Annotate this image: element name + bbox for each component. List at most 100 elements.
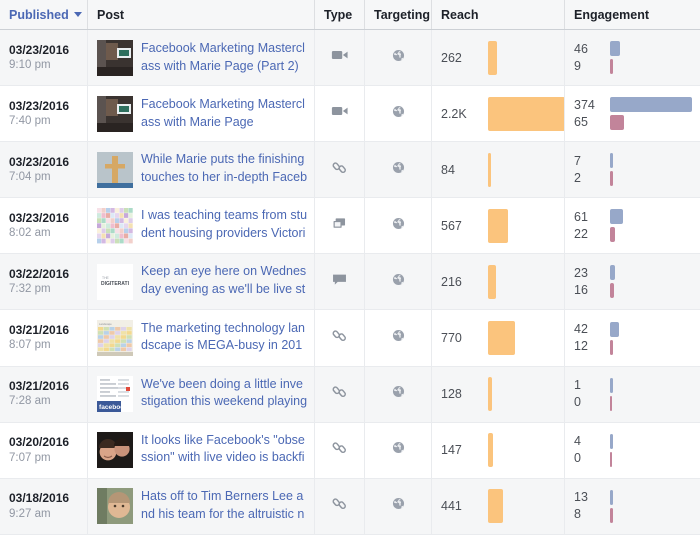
- engagement-primary-value: 7: [574, 153, 581, 168]
- post-thumbnail[interactable]: [97, 151, 133, 188]
- published-time: 7:07 pm: [9, 451, 51, 464]
- reach-bar-track: [488, 152, 555, 187]
- table-row[interactable]: 03/20/2016 7:07 pm It looks like Facebook'…: [0, 422, 700, 479]
- reach-bar-track: [488, 208, 555, 243]
- cell-engagement: 10: [565, 367, 700, 422]
- engagement-primary-bar: [610, 489, 613, 505]
- post-title-link[interactable]: Facebook Marketing Masterclass with Mari…: [141, 40, 308, 76]
- engagement-bar-track: [610, 209, 691, 243]
- table-row[interactable]: 03/23/2016 8:02 am I was teaching teams fr…: [0, 198, 700, 255]
- post-thumbnail[interactable]: [97, 95, 133, 132]
- post-thumbnail[interactable]: [97, 207, 133, 244]
- column-header-targeting[interactable]: Targeting: [365, 0, 432, 29]
- table-row[interactable]: 03/22/2016 7:32 pm THE DIGITERATI Keep an ey…: [0, 254, 700, 311]
- engagement-primary-bar: [610, 209, 623, 225]
- cell-published: 03/18/2016 9:27 am: [0, 478, 88, 534]
- status-icon: [331, 271, 348, 293]
- engagement-secondary-bar: [610, 115, 624, 131]
- cell-post: THE DIGITERATI Keep an eye here on Wednesd…: [88, 254, 315, 310]
- engagement-primary-value: 1: [574, 378, 581, 393]
- reach-bar: [488, 489, 503, 524]
- engagement-primary-bar: [610, 265, 615, 281]
- column-header-reach[interactable]: Reach: [432, 0, 565, 29]
- link-icon: [331, 495, 348, 517]
- engagement-secondary-bar: [610, 283, 614, 299]
- table-row[interactable]: 03/21/2016 8:07 pm Landscape The marketing …: [0, 310, 700, 367]
- post-title-link[interactable]: We've been doing a little investigation …: [141, 376, 308, 413]
- cell-post: It looks like Facebook's "obsession" wit…: [88, 422, 315, 478]
- post-thumbnail[interactable]: [97, 432, 133, 469]
- link-icon: [331, 439, 348, 461]
- post-title-link[interactable]: While Marie puts the finishing touches t…: [141, 151, 308, 188]
- table-row[interactable]: 03/23/2016 7:04 pm While Marie puts the fi…: [0, 142, 700, 199]
- cell-reach: 84: [432, 142, 565, 198]
- engagement-secondary-value: 2: [574, 170, 581, 185]
- globe-icon: [391, 216, 406, 236]
- column-header-type[interactable]: Type: [315, 0, 365, 29]
- reach-bar: [488, 208, 508, 243]
- table-row[interactable]: 03/23/2016 9:10 pm Facebook Marketing Mast…: [0, 30, 700, 87]
- cell-targeting: [365, 142, 432, 198]
- post-title-link[interactable]: It looks like Facebook's "obsession" wit…: [141, 432, 308, 469]
- post-title-link[interactable]: Keep an eye here on Wednesday evening as…: [141, 263, 308, 300]
- cell-published: 03/23/2016 8:02 am: [0, 198, 88, 254]
- post-title-link[interactable]: I was teaching teams from student housin…: [141, 207, 308, 244]
- reach-value: 84: [441, 162, 455, 177]
- cell-published: 03/23/2016 9:10 pm: [0, 30, 88, 86]
- table-row[interactable]: 03/21/2016 7:28 am facebook We've been doin…: [0, 366, 700, 423]
- cell-engagement: 23 16: [565, 254, 700, 309]
- cell-published: 03/23/2016 7:04 pm: [0, 142, 88, 198]
- cell-reach: 147: [432, 422, 565, 478]
- cell-published: 03/21/2016 8:07 pm: [0, 310, 88, 366]
- cell-reach: 567: [432, 198, 565, 254]
- cell-targeting: [365, 86, 432, 142]
- published-date: 03/22/2016: [9, 267, 70, 282]
- post-thumbnail[interactable]: [97, 39, 133, 76]
- reach-value: 216: [441, 274, 462, 289]
- column-header-published[interactable]: Published: [0, 0, 88, 29]
- published-date: 03/21/2016: [9, 379, 70, 394]
- table-row[interactable]: 03/18/2016 9:27 am Hats off to Tim Berners…: [0, 478, 700, 535]
- post-thumbnail[interactable]: Landscape: [97, 320, 133, 357]
- engagement-primary-bar: [610, 153, 613, 169]
- reach-value: 567: [441, 218, 462, 233]
- table-row[interactable]: 03/23/2016 7:40 pm Facebook Marketing Mast…: [0, 86, 700, 143]
- engagement-bar-track: [610, 377, 691, 411]
- engagement-primary-value: 42: [574, 322, 588, 337]
- engagement-bar-track: [610, 265, 691, 299]
- reach-value: 128: [441, 387, 462, 402]
- post-title-link[interactable]: Facebook Marketing Masterclass with Mari…: [141, 96, 308, 132]
- reach-bar-track: [488, 96, 564, 131]
- published-time: 7:40 pm: [9, 114, 51, 127]
- post-title-link[interactable]: Hats off to Tim Berners Lee and his team…: [141, 488, 308, 525]
- engagement-secondary-value: 0: [574, 451, 581, 466]
- engagement-primary-bar: [610, 377, 613, 393]
- globe-icon: [391, 384, 406, 404]
- cell-engagement: 40: [565, 423, 700, 478]
- cell-engagement: 61 22: [565, 198, 700, 253]
- published-time: 9:27 am: [9, 507, 51, 520]
- reach-bar-track: [488, 264, 555, 299]
- post-title-link[interactable]: The marketing technology landscape is ME…: [141, 320, 308, 357]
- column-header-reach-label: Reach: [441, 7, 479, 22]
- cell-published: 03/23/2016 7:40 pm: [0, 86, 88, 142]
- engagement-secondary-bar: [610, 339, 613, 355]
- published-date: 03/18/2016: [9, 491, 70, 506]
- globe-icon: [391, 496, 406, 516]
- cell-engagement: 42 12: [565, 310, 700, 365]
- cell-post: Facebook Marketing Masterclass with Mari…: [88, 30, 315, 86]
- post-thumbnail[interactable]: THE DIGITERATI: [97, 263, 133, 300]
- cell-targeting: [365, 478, 432, 534]
- engagement-primary-bar: [610, 433, 613, 449]
- globe-icon: [391, 328, 406, 348]
- album-icon: [331, 215, 348, 237]
- link-icon: [331, 327, 348, 349]
- engagement-bar-track: [610, 433, 691, 467]
- svg-text:Landscape: Landscape: [99, 322, 112, 326]
- globe-icon: [391, 440, 406, 460]
- reach-bar-track: [488, 377, 555, 412]
- post-thumbnail[interactable]: [97, 488, 133, 525]
- post-thumbnail[interactable]: facebook: [97, 376, 133, 413]
- column-header-post[interactable]: Post: [88, 0, 315, 29]
- column-header-engagement[interactable]: Engagement: [565, 0, 700, 29]
